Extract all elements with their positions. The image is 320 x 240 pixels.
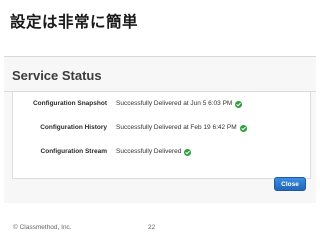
status-row-configuration-stream: Configuration Stream Successfully Delive… [13,145,310,159]
dialog-header: Service Status [4,57,316,92]
status-label: Configuration History [40,124,107,131]
slide-title: 設定は非常に簡単 [10,13,139,31]
page-number: 22 [148,224,156,231]
dialog-footer [4,178,316,203]
status-label: Configuration Stream [40,148,107,155]
service-status-dialog: Service Status Configuration Snapshot Su… [4,56,316,203]
status-value-wrapper: Successfully Delivered [116,145,192,159]
status-row-configuration-snapshot: Configuration Snapshot Successfully Deli… [13,97,310,111]
status-label: Configuration Snapshot [32,100,107,107]
status-row-configuration-history: Configuration History Successfully Deliv… [13,121,310,135]
check-circle-icon [184,148,192,156]
status-panel: Configuration Snapshot Successfully Deli… [12,92,311,179]
status-value: Successfully Delivered at Jun 5 6:03 PM [116,100,233,107]
copyright-text: © Classmethod, Inc. [13,224,72,231]
close-button[interactable]: Close [274,177,306,191]
status-value: Successfully Delivered [116,148,182,155]
dialog-title: Service Status [12,68,102,83]
status-value-wrapper: Successfully Delivered at Feb 19 6:42 PM [116,121,247,135]
status-value: Successfully Delivered at Feb 19 6:42 PM [116,124,237,131]
check-circle-icon [235,100,243,108]
status-value-wrapper: Successfully Delivered at Jun 5 6:03 PM [116,97,243,111]
check-circle-icon [239,124,247,132]
